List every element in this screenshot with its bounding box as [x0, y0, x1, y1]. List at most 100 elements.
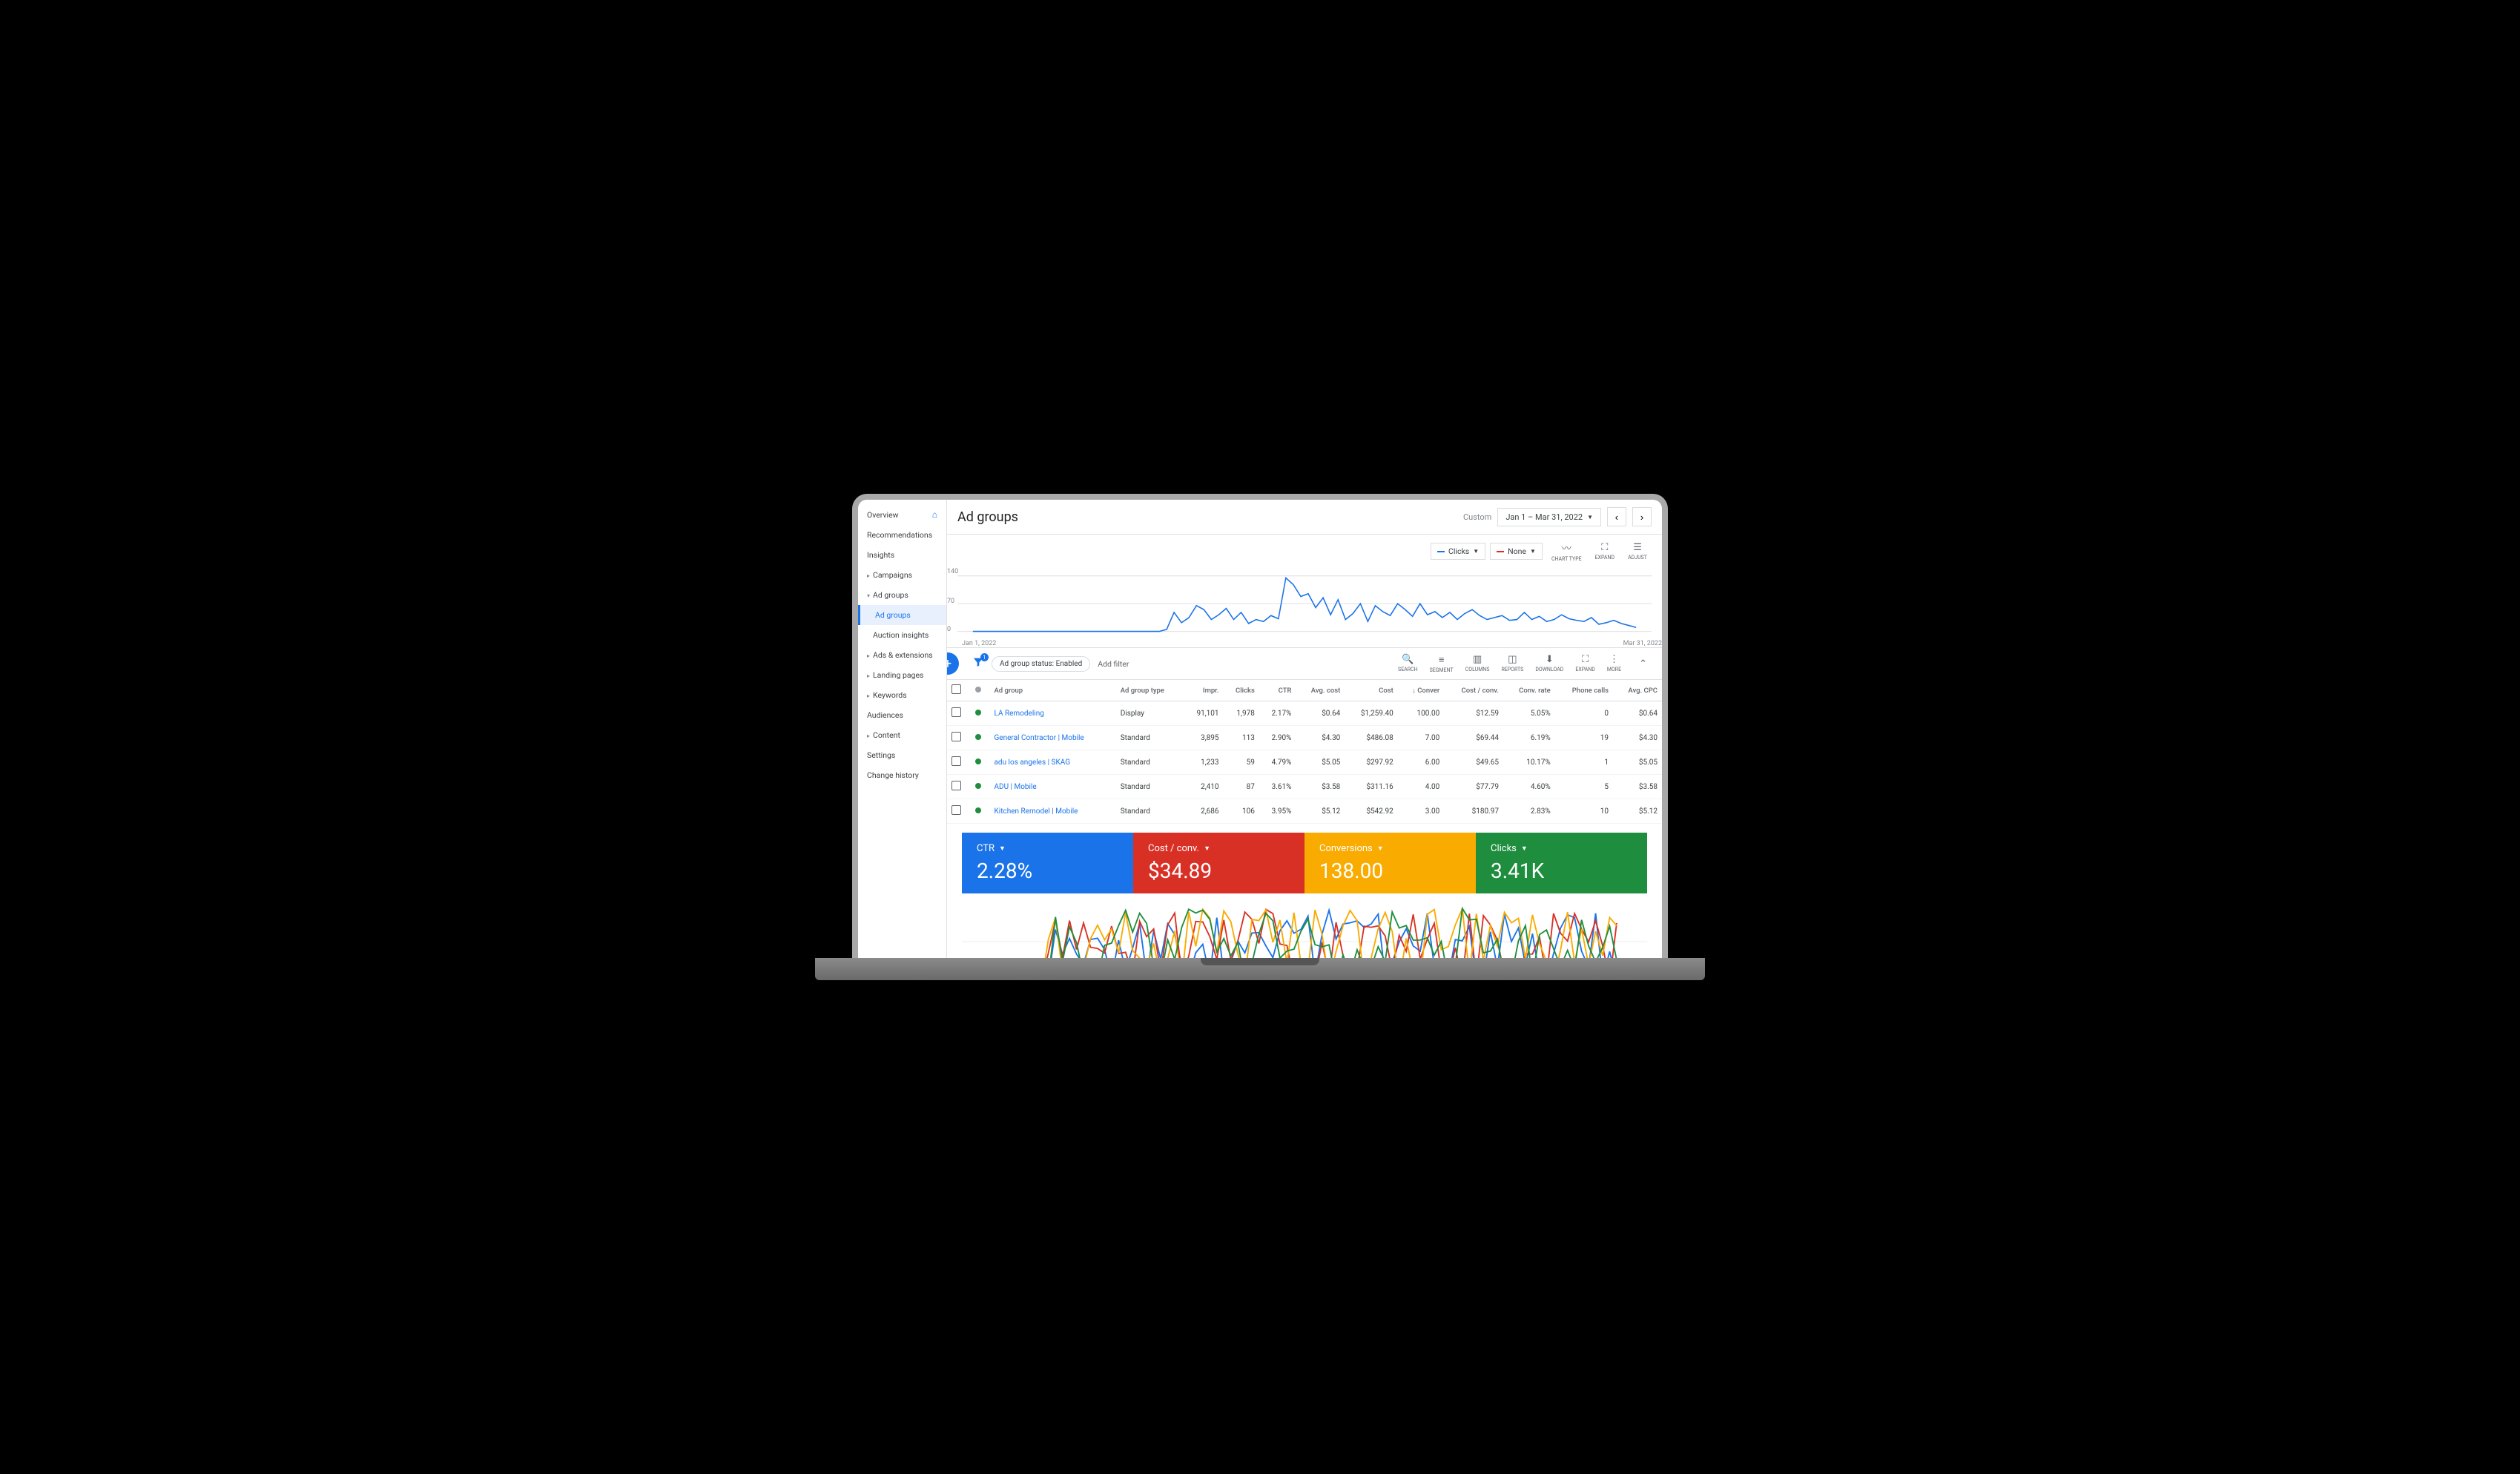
- status-dot-icon: [975, 783, 981, 789]
- ad-group-link[interactable]: ADU | Mobile: [994, 783, 1036, 791]
- chart-type-button[interactable]: 〰CHART TYPE: [1547, 539, 1586, 564]
- sidebar-item-content[interactable]: ▸Content: [858, 725, 946, 745]
- x-start-label: Jan 1, 2022: [962, 640, 996, 647]
- col-header[interactable]: [947, 680, 971, 701]
- sidebar-item-label: Ad groups: [875, 610, 911, 620]
- table-row: Kitchen Remodel | MobileStandard2,686106…: [947, 799, 1662, 824]
- row-checkbox[interactable]: [951, 707, 961, 717]
- sidebar-item-recommendations[interactable]: Recommendations: [858, 525, 946, 545]
- sidebar-item-campaigns[interactable]: ▸Campaigns: [858, 565, 946, 585]
- caret-down-icon: ▼: [1204, 845, 1210, 853]
- bottom-chart-svg: [962, 893, 1647, 959]
- sidebar-item-insights[interactable]: Insights: [858, 545, 946, 565]
- columns-button[interactable]: ▥COLUMNS: [1459, 652, 1496, 675]
- kpi-card-clicks[interactable]: Clicks ▼3.41K: [1476, 833, 1647, 893]
- col-header[interactable]: [971, 680, 990, 701]
- col-header[interactable]: Avg. cost: [1296, 680, 1345, 701]
- col-header[interactable]: Phone calls: [1555, 680, 1613, 701]
- status-dot-icon: [975, 710, 981, 715]
- add-ad-group-button[interactable]: +: [947, 652, 959, 675]
- sidebar: Overview⌂RecommendationsInsights▸Campaig…: [858, 500, 947, 959]
- row-checkbox[interactable]: [951, 781, 961, 790]
- sidebar-item-label: Ads & extensions: [873, 650, 933, 660]
- row-checkbox[interactable]: [951, 756, 961, 766]
- ad-group-link[interactable]: General Contractor | Mobile: [994, 734, 1083, 742]
- columns-icon: ▥: [1473, 654, 1482, 665]
- segment-button[interactable]: ≡SEGMENT: [1424, 652, 1459, 675]
- ad-group-link[interactable]: Kitchen Remodel | Mobile: [994, 807, 1078, 816]
- caret-down-icon: ▼: [999, 845, 1006, 853]
- col-header[interactable]: Conv. rate: [1503, 680, 1555, 701]
- sidebar-item-keywords[interactable]: ▸Keywords: [858, 685, 946, 705]
- sidebar-item-ad-groups[interactable]: Ad groups: [858, 605, 946, 625]
- expand-button[interactable]: ⛶EXPAND: [1569, 652, 1600, 675]
- status-header-icon: [975, 687, 981, 693]
- col-header[interactable]: ↓ Conver: [1398, 680, 1444, 701]
- sidebar-item-ad-groups[interactable]: ▾Ad groups: [858, 585, 946, 605]
- row-checkbox[interactable]: [951, 805, 961, 815]
- sidebar-item-label: Content: [873, 730, 900, 740]
- metric2-select[interactable]: None ▼: [1490, 543, 1543, 560]
- ad-group-link[interactable]: LA Remodeling: [994, 710, 1043, 718]
- top-chart: 140 70 0 Jan 1, 2022 Mar 31, 2022: [947, 568, 1662, 647]
- metric1-select[interactable]: Clicks ▼: [1431, 543, 1485, 560]
- adjust-icon: ☰: [1633, 542, 1642, 553]
- sidebar-item-overview[interactable]: Overview⌂: [858, 504, 946, 525]
- expand-chart-button[interactable]: ⛶EXPAND: [1591, 541, 1619, 562]
- sidebar-item-auction-insights[interactable]: Auction insights: [858, 625, 946, 645]
- kpi-card-conversions[interactable]: Conversions ▼138.00: [1304, 833, 1476, 893]
- date-prev-button[interactable]: ‹: [1607, 507, 1626, 526]
- chevron-icon: ▸: [867, 733, 870, 739]
- date-range-text: Jan 1 – Mar 31, 2022: [1505, 512, 1583, 522]
- status-dot-icon: [975, 807, 981, 813]
- swatch-red-icon: [1497, 551, 1504, 552]
- chevron-icon: ▾: [867, 592, 870, 599]
- kpi-card-cost-conv-[interactable]: Cost / conv. ▼$34.89: [1133, 833, 1304, 893]
- col-header[interactable]: Cost / conv.: [1444, 680, 1503, 701]
- chevron-icon: ▸: [867, 572, 870, 579]
- date-range-picker[interactable]: Jan 1 – Mar 31, 2022 ▼: [1497, 508, 1601, 526]
- col-header[interactable]: CTR: [1259, 680, 1296, 701]
- download-button[interactable]: ⬇DOWNLOAD: [1529, 652, 1569, 675]
- sidebar-item-settings[interactable]: Settings: [858, 745, 946, 765]
- filter-count-badge: 1: [980, 653, 989, 661]
- status-dot-icon: [975, 734, 981, 740]
- row-checkbox[interactable]: [951, 732, 961, 741]
- select-all-checkbox[interactable]: [951, 684, 961, 694]
- sidebar-item-ads-extensions[interactable]: ▸Ads & extensions: [858, 645, 946, 665]
- col-header[interactable]: Ad group type: [1116, 680, 1184, 701]
- col-header[interactable]: Clicks: [1224, 680, 1259, 701]
- more-button[interactable]: ⋮MORE: [1601, 652, 1627, 675]
- collapse-button[interactable]: ⌃: [1635, 657, 1652, 671]
- date-range-mode-label: Custom: [1463, 512, 1491, 522]
- kpi-card-ctr[interactable]: CTR ▼2.28%: [962, 833, 1133, 893]
- table-row: ADU | MobileStandard2,410873.61%$3.58$31…: [947, 775, 1662, 799]
- sidebar-item-landing-pages[interactable]: ▸Landing pages: [858, 665, 946, 685]
- col-header[interactable]: Avg. CPC: [1613, 680, 1662, 701]
- search-button[interactable]: 🔍SEARCH: [1392, 652, 1424, 675]
- col-header[interactable]: Impr.: [1184, 680, 1224, 701]
- filter-button[interactable]: 1: [972, 656, 984, 671]
- x-end-label: Mar 31, 2022: [1623, 640, 1662, 647]
- caret-down-icon: ▼: [1521, 845, 1528, 853]
- kpi-label: Cost / conv. ▼: [1148, 843, 1290, 854]
- kpi-value: 3.41K: [1491, 859, 1632, 883]
- kpi-cards: CTR ▼2.28%Cost / conv. ▼$34.89Conversion…: [962, 833, 1647, 893]
- search-icon: 🔍: [1402, 654, 1414, 665]
- ad-groups-table: Ad groupAd group typeImpr.ClicksCTRAvg. …: [947, 680, 1662, 824]
- bottom-chart: [947, 893, 1662, 959]
- col-header[interactable]: Ad group: [989, 680, 1115, 701]
- adjust-button[interactable]: ☰ADJUST: [1623, 541, 1652, 562]
- status-filter-chip[interactable]: Ad group status: Enabled: [992, 656, 1090, 672]
- sidebar-item-label: Landing pages: [873, 670, 923, 680]
- ad-group-link[interactable]: adu los angeles | SKAG: [994, 759, 1070, 767]
- reports-button[interactable]: ◫REPORTS: [1495, 652, 1529, 675]
- col-header[interactable]: Cost: [1345, 680, 1397, 701]
- add-filter-button[interactable]: Add filter: [1098, 659, 1129, 669]
- sidebar-item-audiences[interactable]: Audiences: [858, 705, 946, 725]
- sidebar-item-change-history[interactable]: Change history: [858, 765, 946, 785]
- date-next-button[interactable]: ›: [1632, 507, 1652, 526]
- sort-desc-icon: ↓: [1412, 687, 1416, 695]
- sidebar-item-label: Overview: [867, 510, 899, 520]
- sidebar-item-label: Settings: [867, 750, 895, 760]
